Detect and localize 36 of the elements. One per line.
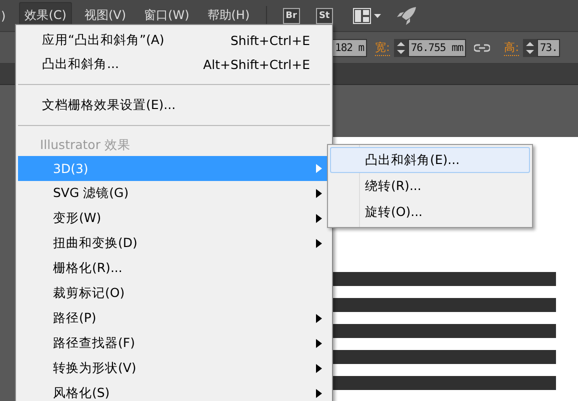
- menu-bar-item[interactable]: 窗口(W): [138, 2, 196, 29]
- menu-bar-item[interactable]: 视图(V): [78, 2, 132, 29]
- menu-header: Illustrator 效果: [39, 136, 132, 154]
- app-button[interactable]: St: [316, 8, 333, 24]
- menu-item[interactable]: 旋转(O)...: [330, 199, 530, 225]
- layout-icon[interactable]: [352, 8, 383, 24]
- app-button[interactable]: Br: [282, 8, 300, 24]
- submenu-arrow-icon: [316, 239, 322, 248]
- menu-item[interactable]: 扭曲和变换(D): [18, 231, 330, 256]
- menu-item[interactable]: 绕转(R)...: [330, 173, 530, 199]
- submenu-arrow-icon: [316, 189, 322, 198]
- menu-bar-item[interactable]: 帮助(H): [201, 2, 256, 29]
- spinner-icon[interactable]: [522, 38, 537, 56]
- submenu-arrow-icon: [316, 364, 322, 373]
- menu-item[interactable]: 转换为形状(V): [18, 356, 330, 381]
- submenu-arrow-icon: [316, 214, 322, 223]
- submenu-arrow-icon: [316, 339, 322, 348]
- menu-bar-item[interactable]: ): [0, 4, 7, 28]
- rocket-icon[interactable]: [396, 6, 417, 24]
- width-field[interactable]: 76.755 mm: [408, 38, 466, 56]
- menu-item[interactable]: 凸出和斜角(E)...: [330, 147, 530, 173]
- menu-item[interactable]: 路径查找器(F): [18, 331, 330, 356]
- menu-item[interactable]: SVG 滤镜(G): [18, 181, 330, 206]
- spinner-icon[interactable]: [394, 38, 408, 56]
- submenu-arrow-icon: [316, 164, 322, 173]
- menu-item[interactable]: 栅格化(R)...: [18, 256, 330, 281]
- height-field[interactable]: 73.: [536, 38, 560, 56]
- menu-item[interactable]: 路径(P): [18, 306, 330, 331]
- submenu-arrow-icon: [316, 389, 322, 398]
- menu-item[interactable]: 文档栅格效果设置(E)...: [18, 93, 330, 117]
- submenu-arrow-icon: [316, 314, 322, 323]
- width-label: 宽:: [375, 40, 390, 56]
- menu-item[interactable]: 变形(W): [18, 206, 330, 231]
- height-label: 高:: [504, 40, 519, 56]
- menu-item[interactable]: 裁剪标记(O): [18, 281, 330, 306]
- menu-item[interactable]: 风格化(S): [18, 381, 330, 401]
